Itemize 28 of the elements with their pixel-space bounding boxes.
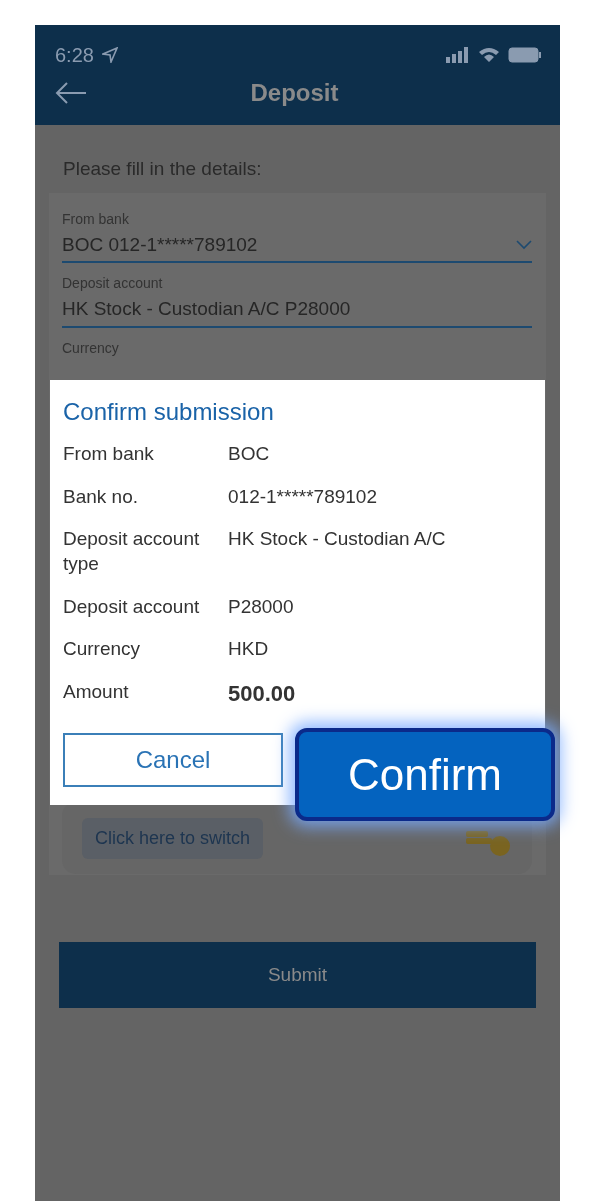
- dropdown-field[interactable]: BOC 012-1*****789102: [62, 230, 532, 264]
- submit-button[interactable]: Submit: [59, 942, 536, 1008]
- detail-value: HK Stock - Custodian A/C: [228, 527, 447, 552]
- status-time: 6:28: [55, 43, 94, 68]
- detail-value: 012-1*****789102: [228, 484, 378, 509]
- chevron-down-icon: [516, 240, 532, 251]
- detail-value: P28000: [228, 594, 295, 619]
- screen-title: Deposit: [249, 78, 340, 108]
- confirm-button[interactable]: Confirm: [295, 728, 555, 821]
- wifi-icon: [478, 47, 500, 63]
- dialog-title: Confirm submission: [63, 397, 275, 427]
- detail-label: Deposit account type: [63, 527, 201, 577]
- detail-label: Bank no.: [63, 484, 139, 509]
- detail-value: 500.00: [228, 680, 297, 709]
- back-arrow-icon[interactable]: [55, 81, 87, 105]
- instruction-text: Please fill in the details:: [63, 158, 262, 179]
- battery-icon: [508, 47, 542, 63]
- cancel-button[interactable]: Cancel: [63, 732, 283, 787]
- detail-label: From bank: [63, 442, 155, 466]
- detail-value: HKD: [228, 637, 270, 662]
- detail-label: Amount: [63, 680, 130, 705]
- location-arrow-icon: [101, 47, 118, 63]
- text-field[interactable]: HK Stock - Custodian A/C P28000: [62, 295, 532, 328]
- field-label: Deposit account: [62, 275, 164, 293]
- detail-label: Currency: [63, 637, 142, 662]
- detail-label: Deposit account: [63, 594, 201, 619]
- signal-icon: [446, 47, 470, 63]
- detail-value: BOC: [228, 442, 271, 466]
